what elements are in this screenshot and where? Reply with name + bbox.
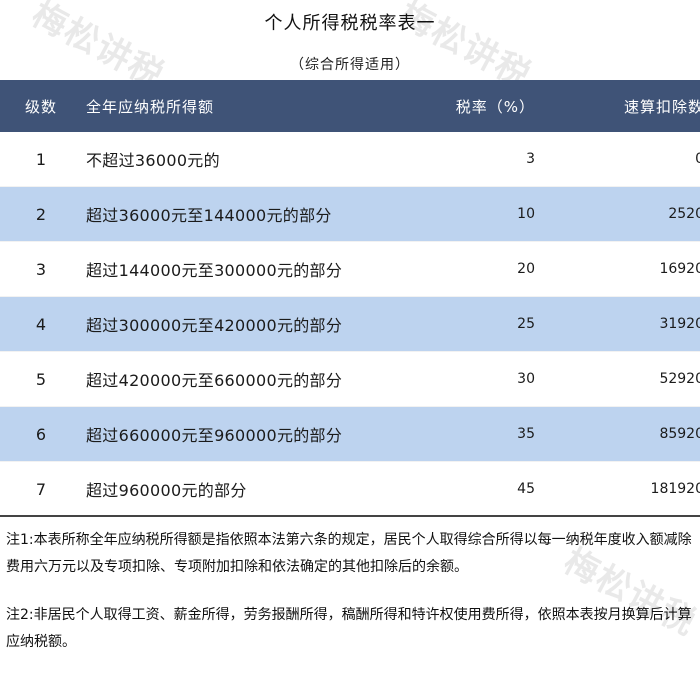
- note-2: 注2:非居民个人取得工资、薪金所得，劳务报酬所得，稿酬所得和特许权使用费所得，依…: [6, 607, 692, 650]
- deduction-cell: 181920: [535, 461, 700, 517]
- rate-cell: 35: [433, 406, 535, 462]
- header-rate: 税率（%）: [433, 80, 535, 132]
- deduction-cell: 52920: [535, 351, 700, 407]
- table-row: 4 超过300000元至420000元的部分 25 31920: [0, 296, 700, 352]
- range-cell: 超过960000元的部分: [82, 461, 433, 517]
- tax-rate-page: 梅松讲税 梅松讲税 梅松讲税 梅松讲税 梅松讲税 梅松讲税 梅松讲税 个人所得税…: [0, 0, 700, 653]
- note-1: 注1:本表所称全年应纳税所得额是指依照本法第六条的规定，居民个人取得综合所得以每…: [6, 532, 692, 575]
- header-range: 全年应纳税所得额: [82, 80, 433, 132]
- deduction-cell: 85920: [535, 406, 700, 462]
- level-cell: 2: [0, 186, 82, 242]
- level-cell: 6: [0, 406, 82, 462]
- level-cell: 4: [0, 296, 82, 352]
- deduction-cell: 16920: [535, 241, 700, 297]
- rate-cell: 20: [433, 241, 535, 297]
- deduction-cell: 2520: [535, 186, 700, 242]
- tax-rate-table: 级数 全年应纳税所得额 税率（%） 速算扣除数 1 不超过36000元的 3 0…: [0, 80, 700, 517]
- range-cell: 超过420000元至660000元的部分: [82, 351, 433, 407]
- table-row: 2 超过36000元至144000元的部分 10 2520: [0, 186, 700, 242]
- range-cell: 超过36000元至144000元的部分: [82, 186, 433, 242]
- level-cell: 7: [0, 461, 82, 517]
- page-title: 个人所得税税率表一: [264, 13, 436, 34]
- table-row: 3 超过144000元至300000元的部分 20 16920: [0, 241, 700, 297]
- level-cell: 1: [0, 132, 82, 187]
- rate-cell: 10: [433, 186, 535, 242]
- rate-cell: 30: [433, 351, 535, 407]
- table-row: 1 不超过36000元的 3 0: [0, 132, 700, 187]
- range-cell: 不超过36000元的: [82, 132, 433, 187]
- page-subtitle: （综合所得适用）: [290, 57, 410, 73]
- table-row: 7 超过960000元的部分 45 181920: [0, 461, 700, 517]
- level-cell: 5: [0, 351, 82, 407]
- range-cell: 超过300000元至420000元的部分: [82, 296, 433, 352]
- level-cell: 3: [0, 241, 82, 297]
- range-cell: 超过660000元至960000元的部分: [82, 406, 433, 462]
- rate-cell: 25: [433, 296, 535, 352]
- rate-cell: 45: [433, 461, 535, 517]
- rate-cell: 3: [433, 132, 535, 187]
- header-deduction: 速算扣除数: [535, 80, 700, 132]
- header-level: 级数: [0, 80, 82, 132]
- table-header-row: 级数 全年应纳税所得额 税率（%） 速算扣除数: [0, 80, 700, 132]
- deduction-cell: 31920: [535, 296, 700, 352]
- table-row: 5 超过420000元至660000元的部分 30 52920: [0, 351, 700, 407]
- deduction-cell: 0: [535, 132, 700, 187]
- range-cell: 超过144000元至300000元的部分: [82, 241, 433, 297]
- table-row: 6 超过660000元至960000元的部分 35 85920: [0, 406, 700, 462]
